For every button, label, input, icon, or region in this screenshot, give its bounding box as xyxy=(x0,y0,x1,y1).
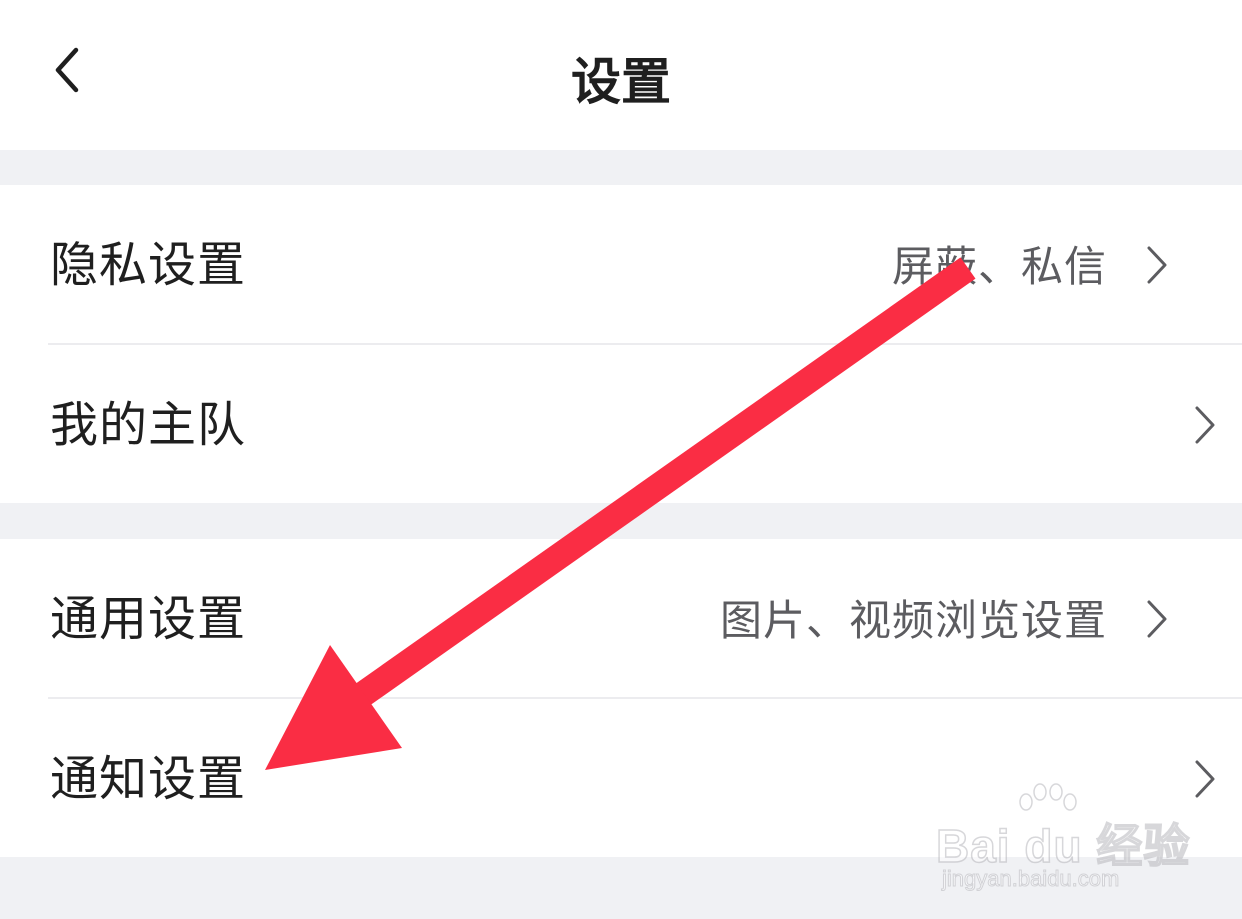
row-value: 图片、视频浏览设置 xyxy=(719,596,1107,645)
row-label: 隐私设置 xyxy=(50,237,247,293)
row-label: 通知设置 xyxy=(50,751,247,807)
settings-row-home-team[interactable]: 我的主队 xyxy=(48,343,1242,503)
settings-screen: 设置 隐私设置 屏蔽、私信 我的主队 通用设置 图片、视频浏览设置 通知设置 B… xyxy=(0,0,1242,919)
watermark-url: jingyan.baidu.com xyxy=(941,866,1120,892)
page-title: 设置 xyxy=(571,53,671,111)
chevron-right-icon xyxy=(1147,600,1167,638)
chevron-right-icon xyxy=(1195,406,1215,444)
nav-bar: 设置 xyxy=(0,0,1242,150)
chevron-right-icon xyxy=(1195,760,1215,798)
row-label: 通用设置 xyxy=(50,591,247,647)
row-value: 屏蔽、私信 xyxy=(891,242,1107,291)
row-label: 我的主队 xyxy=(50,397,247,453)
settings-group-privacy: 隐私设置 屏蔽、私信 我的主队 xyxy=(0,185,1242,503)
chevron-right-icon xyxy=(1147,246,1167,284)
settings-row-general[interactable]: 通用设置 图片、视频浏览设置 xyxy=(0,539,1242,697)
settings-row-privacy[interactable]: 隐私设置 屏蔽、私信 xyxy=(0,185,1242,343)
watermark: Bai du 经验 jingyan.baidu.com xyxy=(935,780,1190,900)
